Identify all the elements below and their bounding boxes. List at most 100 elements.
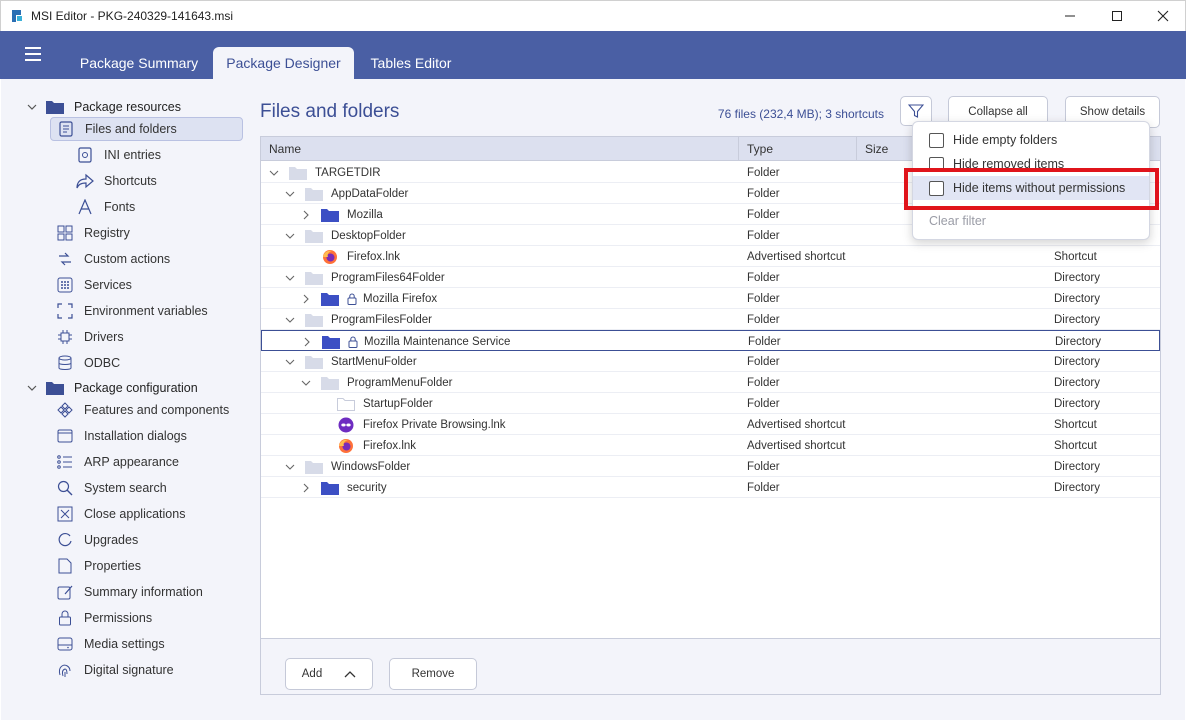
sidebar-item-label: ARP appearance bbox=[84, 455, 179, 469]
name-cell: Firefox.lnk bbox=[317, 435, 416, 456]
type-cell: Folder bbox=[747, 481, 780, 494]
folder-icon bbox=[46, 98, 64, 116]
column-header-name[interactable]: Name bbox=[261, 137, 739, 161]
row-name: AppDataFolder bbox=[331, 187, 409, 200]
table-row[interactable]: Mozilla Maintenance Service Folder Directo… bbox=[261, 330, 1160, 351]
remove-button[interactable]: Remove bbox=[389, 658, 477, 690]
sidebar-item-custom-actions[interactable]: Custom actions bbox=[56, 247, 170, 271]
close-button[interactable] bbox=[1140, 1, 1186, 31]
features-icon bbox=[56, 401, 74, 419]
chevron-down-icon[interactable] bbox=[285, 462, 295, 472]
checkbox[interactable] bbox=[929, 132, 944, 148]
sidebar-item-system-search[interactable]: System search bbox=[56, 476, 167, 500]
table-row[interactable]: ProgramFiles64Folder Folder Directory bbox=[261, 267, 1160, 288]
close-icon bbox=[1157, 10, 1169, 22]
dialog-icon bbox=[56, 427, 74, 445]
name-cell: security bbox=[301, 477, 387, 498]
sidebar-item-services[interactable]: Services bbox=[56, 273, 132, 297]
chevron-down-icon[interactable] bbox=[285, 357, 295, 367]
sidebar-item-upgrades[interactable]: Upgrades bbox=[56, 528, 138, 552]
chevron-right-icon[interactable] bbox=[301, 210, 311, 220]
minimize-button[interactable] bbox=[1047, 1, 1093, 31]
name-cell: TARGETDIR bbox=[269, 162, 381, 183]
table-row[interactable]: StartMenuFolder Folder Directory bbox=[261, 351, 1160, 372]
sidebar-item-installation-dialogs[interactable]: Installation dialogs bbox=[56, 424, 187, 448]
sidebar-item-close-applications[interactable]: Close applications bbox=[56, 502, 185, 526]
menu-icon[interactable] bbox=[25, 47, 41, 61]
window-title: MSI Editor - PKG-240329-141643.msi bbox=[31, 9, 234, 23]
chevron-down-icon[interactable] bbox=[285, 189, 295, 199]
list-icon bbox=[56, 453, 74, 471]
sidebar-item-ini-entries[interactable]: INI entries bbox=[76, 143, 161, 167]
table-row[interactable]: ProgramFilesFolder Folder Directory bbox=[261, 309, 1160, 330]
sidebar-group-package-configuration[interactable]: Package configuration bbox=[26, 376, 198, 400]
sidebar-item-label: Media settings bbox=[84, 637, 165, 651]
summary-icon bbox=[56, 583, 74, 601]
sidebar-item-drivers[interactable]: Drivers bbox=[56, 325, 124, 349]
column-header-type[interactable]: Type bbox=[739, 137, 857, 161]
sidebar-item-permissions[interactable]: Permissions bbox=[56, 606, 152, 630]
type-cell: Advertised shortcut bbox=[747, 418, 846, 431]
table-row[interactable]: Mozilla Firefox Folder Directory bbox=[261, 288, 1160, 309]
sidebar-item-environment-variables[interactable]: Environment variables bbox=[56, 299, 208, 323]
table-row[interactable]: ProgramMenuFolder Folder Directory bbox=[261, 372, 1160, 393]
sidebar-item-arp-appearance[interactable]: ARP appearance bbox=[56, 450, 179, 474]
table-row[interactable]: WindowsFolder Folder Directory bbox=[261, 456, 1160, 477]
chevron-right-icon[interactable] bbox=[301, 294, 311, 304]
sidebar-item-features-and-components[interactable]: Features and components bbox=[56, 398, 229, 422]
filter-option-hide-empty-folders[interactable]: Hide empty folders bbox=[913, 128, 1149, 152]
sidebar-item-shortcuts[interactable]: Shortcuts bbox=[76, 169, 157, 193]
sidebar-item-registry[interactable]: Registry bbox=[56, 221, 130, 245]
folder-icon bbox=[321, 208, 339, 222]
tab-package-summary[interactable]: Package Summary bbox=[70, 47, 208, 79]
chevron-down-icon[interactable] bbox=[285, 315, 295, 325]
clear-filter-link[interactable]: Clear filter bbox=[929, 214, 986, 228]
maximize-button[interactable] bbox=[1094, 1, 1140, 31]
row-name: Mozilla Maintenance Service bbox=[364, 335, 511, 348]
sidebar-item-media-settings[interactable]: Media settings bbox=[56, 632, 165, 656]
table-row[interactable]: Firefox Private Browsing.lnk Advertised s… bbox=[261, 414, 1160, 435]
title-bar: MSI Editor - PKG-240329-141643.msi bbox=[0, 0, 1186, 31]
type-cell: Folder bbox=[747, 271, 780, 284]
sidebar-item-fonts[interactable]: Fonts bbox=[76, 195, 135, 219]
chevron-down-icon[interactable] bbox=[285, 273, 295, 283]
sidebar-item-digital-signature[interactable]: Digital signature bbox=[56, 658, 174, 682]
row-name: Mozilla bbox=[347, 208, 383, 221]
chevron-right-icon[interactable] bbox=[301, 483, 311, 493]
chevron-down-icon[interactable] bbox=[285, 231, 295, 241]
chevron-down-icon[interactable] bbox=[269, 168, 279, 178]
sidebar-item-label: Custom actions bbox=[84, 252, 171, 266]
sidebar-item-label: Environment variables bbox=[84, 304, 208, 318]
filter-option-label: Hide empty folders bbox=[953, 133, 1058, 147]
table-row[interactable]: security Folder Directory bbox=[261, 477, 1160, 498]
chevron-down-icon[interactable] bbox=[301, 378, 311, 388]
sidebar-item-files-and-folders[interactable]: Files and folders bbox=[50, 117, 243, 141]
folder-icon bbox=[46, 379, 64, 397]
table-row[interactable]: Firefox.lnk Advertised shortcut Shortcut bbox=[261, 435, 1160, 456]
sidebar-item-odbc[interactable]: ODBC bbox=[56, 351, 120, 375]
font-icon bbox=[76, 198, 94, 216]
sidebar-item-summary-information[interactable]: Summary information bbox=[56, 580, 203, 604]
sidebar-item-label: Files and folders bbox=[85, 122, 177, 136]
tab-tables-editor[interactable]: Tables Editor bbox=[360, 47, 462, 79]
file-icon bbox=[57, 120, 75, 138]
sidebar-item-label: Upgrades bbox=[84, 533, 139, 547]
name-cell: Mozilla Maintenance Service bbox=[302, 331, 510, 352]
type-cell: Advertised shortcut bbox=[747, 439, 846, 452]
search-icon bbox=[56, 479, 74, 497]
folder-icon bbox=[305, 271, 323, 285]
sidebar-group-package-resources[interactable]: Package resources bbox=[26, 95, 181, 119]
type-cell: Folder bbox=[747, 229, 780, 242]
add-button[interactable]: Add bbox=[285, 658, 373, 690]
kind-cell: Directory bbox=[1054, 376, 1101, 389]
grid-footer: Add Remove bbox=[261, 638, 1160, 694]
table-row[interactable]: StartupFolder Folder Directory bbox=[261, 393, 1160, 414]
chevron-right-icon[interactable] bbox=[302, 337, 312, 347]
table-row[interactable]: Firefox.lnk Advertised shortcut Shortcut bbox=[261, 246, 1160, 267]
name-cell: StartupFolder bbox=[317, 393, 433, 414]
maximize-icon bbox=[1112, 11, 1122, 21]
tab-package-designer[interactable]: Package Designer bbox=[213, 47, 354, 79]
sidebar-item-properties[interactable]: Properties bbox=[56, 554, 141, 578]
sidebar-item-label: Properties bbox=[84, 559, 141, 573]
